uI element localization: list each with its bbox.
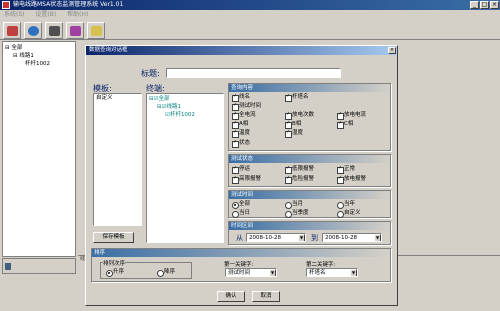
save-template-button[interactable]: 保存模板	[93, 232, 134, 243]
cb-danger-alarm[interactable]: 危险报警	[285, 175, 314, 184]
cb-line-name[interactable]: 线名	[232, 93, 250, 102]
radio-all[interactable]: 全部	[232, 201, 250, 209]
dialog-titlebar: 数据查询对话框 ×	[86, 46, 397, 55]
test-time-group: 测试时间 全部 当月 当年 当日 当季度 自定义	[228, 190, 391, 218]
query-dialog: 数据查询对话框 × 标题: 模板: 自定义 保存模板 终端: ⊟☑全部 ⊟☑线路…	[85, 45, 398, 306]
from-label: 从	[236, 234, 243, 242]
ok-button[interactable]: 确认	[217, 291, 245, 302]
radio-this-year[interactable]: 当年	[337, 201, 355, 209]
cb-tower-name[interactable]: 杆塔名	[285, 93, 309, 102]
cb-test-time[interactable]: 测试时间	[232, 102, 261, 111]
cb-status[interactable]: 状态	[232, 139, 250, 148]
close-button[interactable]: ×	[490, 1, 499, 9]
key2-select[interactable]: 杆塔名 ▼	[306, 268, 358, 277]
dialog-close-button[interactable]: ×	[388, 47, 396, 54]
cb-low-alarm[interactable]: 低限报警	[285, 165, 314, 174]
menu-bar: 系统(S) 设置(B) 帮助(H)	[0, 10, 500, 20]
test-status-title: 测试状态	[229, 155, 390, 163]
tree-node-line[interactable]: ⊟ 线路1	[5, 52, 73, 60]
query-icon[interactable]	[45, 22, 63, 39]
chevron-down-icon[interactable]: ▼	[374, 234, 381, 241]
cb-temperature[interactable]: 温度	[232, 129, 250, 138]
menu-system[interactable]: 系统(S)	[4, 11, 25, 18]
query-content-title: 查询内容	[229, 84, 390, 92]
eraser-icon[interactable]	[66, 22, 84, 39]
to-label: 到	[311, 234, 318, 242]
test-time-title: 测试时间	[229, 191, 390, 199]
cb-phase-a[interactable]: A相	[232, 120, 248, 129]
status-icon	[5, 263, 11, 270]
time-range-group: 时间区间 从 2008-10-28 ▼ 到 2008-10-28 ▼	[228, 221, 391, 245]
key1-select[interactable]: 测试时间 ▼	[225, 268, 277, 277]
chevron-down-icon[interactable]: ▼	[298, 234, 305, 241]
home-icon[interactable]	[87, 22, 105, 39]
to-date-picker[interactable]: 2008-10-28 ▼	[322, 233, 382, 242]
radio-descending[interactable]: 降序	[157, 269, 175, 277]
chevron-down-icon[interactable]: ▼	[350, 269, 357, 276]
terminal-node-tower[interactable]: ☑杆杆1002	[149, 111, 221, 119]
template-item[interactable]: 自定义	[94, 94, 141, 102]
cb-discharge-alarm[interactable]: 放电报警	[337, 175, 366, 184]
toolbar	[0, 20, 500, 40]
menu-settings[interactable]: 设置(B)	[35, 11, 56, 18]
sort-title: 排序	[92, 249, 390, 257]
template-list[interactable]: 自定义	[93, 93, 142, 226]
chevron-down-icon[interactable]: ▼	[269, 269, 276, 276]
tree-node-root[interactable]: ⊟ 全部	[5, 44, 73, 52]
subject-input[interactable]	[166, 68, 341, 78]
subject-label: 标题:	[141, 69, 160, 78]
time-range-title: 时间区间	[229, 222, 390, 230]
maximize-button[interactable]: □	[480, 1, 489, 9]
key1-label: 第一关键字:	[224, 262, 254, 268]
test-status-group: 测试状态 停运 低限报警 正常 高限报警 危险报警 放电报警	[228, 154, 391, 187]
cb-phase-c[interactable]: C相	[337, 120, 353, 129]
app-icon	[2, 1, 10, 9]
search-icon[interactable]	[24, 22, 42, 39]
cb-normal[interactable]: 正常	[337, 165, 355, 174]
print-icon[interactable]	[3, 22, 21, 39]
status-panel	[2, 258, 76, 274]
radio-ascending[interactable]: 升序	[106, 269, 124, 277]
key2-label: 第二关键字:	[306, 262, 336, 268]
cb-high-alarm[interactable]: 高限报警	[232, 175, 261, 184]
radio-this-month[interactable]: 当月	[285, 201, 303, 209]
app-titlebar: 输电线路MSA状态监测管理系统 Ver1.01 _ □ ×	[0, 0, 500, 10]
minimize-button[interactable]: _	[470, 1, 479, 9]
device-tree[interactable]: ⊟ 全部 ⊟ 线路1 杆杆1002	[2, 41, 76, 257]
cb-phase-b[interactable]: B相	[285, 120, 301, 129]
cb-discharge-current[interactable]: 放电电流	[337, 111, 366, 120]
cb-stopped[interactable]: 停运	[232, 165, 250, 174]
sort-group: 排序 排列次序 升序 降序 第一关键字: 测试时间 ▼ 第二关键字: 杆塔名 ▼	[91, 248, 391, 282]
dialog-title: 数据查询对话框	[89, 47, 128, 53]
terminal-node-root[interactable]: ⊟☑全部	[149, 95, 221, 103]
cancel-button[interactable]: 取消	[252, 291, 280, 302]
app-title: 输电线路MSA状态监测管理系统 Ver1.01	[13, 1, 124, 8]
cb-discharge-count[interactable]: 放电次数	[285, 111, 314, 120]
radio-custom[interactable]: 自定义	[337, 210, 361, 218]
cb-total-current[interactable]: 全电流	[232, 111, 256, 120]
query-content-group: 查询内容 线名 杆塔名 测试时间 全电流 放电次数 放电电流 A相 B相 C相 …	[228, 83, 391, 151]
radio-today[interactable]: 当日	[232, 210, 250, 218]
terminal-tree[interactable]: ⊟☑全部 ⊟☑线路1 ☑杆杆1002	[146, 93, 224, 243]
sort-order-box: 排列次序 升序 降序	[100, 259, 192, 279]
cb-humidity[interactable]: 湿度	[285, 129, 303, 138]
radio-this-quarter[interactable]: 当季度	[285, 210, 309, 218]
menu-help[interactable]: 帮助(H)	[67, 11, 88, 18]
tree-node-tower[interactable]: 杆杆1002	[5, 60, 73, 68]
from-date-picker[interactable]: 2008-10-28 ▼	[246, 233, 306, 242]
sort-order-label: 排列次序	[103, 259, 126, 267]
terminal-node-line[interactable]: ⊟☑线路1	[149, 103, 221, 111]
